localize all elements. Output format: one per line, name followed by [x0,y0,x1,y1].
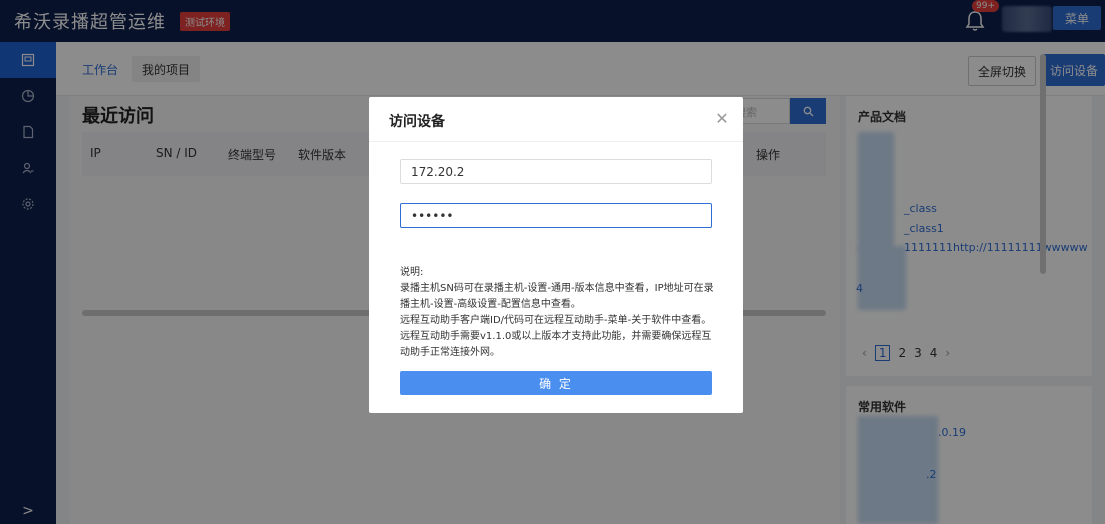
description-line: 远程互动助手需要v1.1.0或以上版本才支持此功能，并需要确保远程互动助手正常连… [400,331,712,358]
password-input[interactable] [400,203,712,228]
modal-divider [369,141,743,142]
description-heading: 说明: [400,267,424,278]
confirm-button[interactable]: 确 定 [400,371,712,395]
description-line: 录播主机SN码可在录播主机-设置-通用-版本信息中查看，IP地址可在录播主机-设… [400,283,714,310]
visit-device-modal: 访问设备 ✕ 说明: 录播主机SN码可在录播主机-设置-通用-版本信息中查看，I… [369,97,743,413]
modal-title: 访问设备 [389,114,445,130]
ip-input[interactable] [400,159,712,184]
description-line: 远程互动助手客户端ID/代码可在远程互动助手-菜单-关于软件中查看。 [400,315,712,326]
modal-description: 说明: 录播主机SN码可在录播主机-设置-通用-版本信息中查看，IP地址可在录播… [400,265,718,361]
close-icon[interactable]: ✕ [713,109,731,128]
